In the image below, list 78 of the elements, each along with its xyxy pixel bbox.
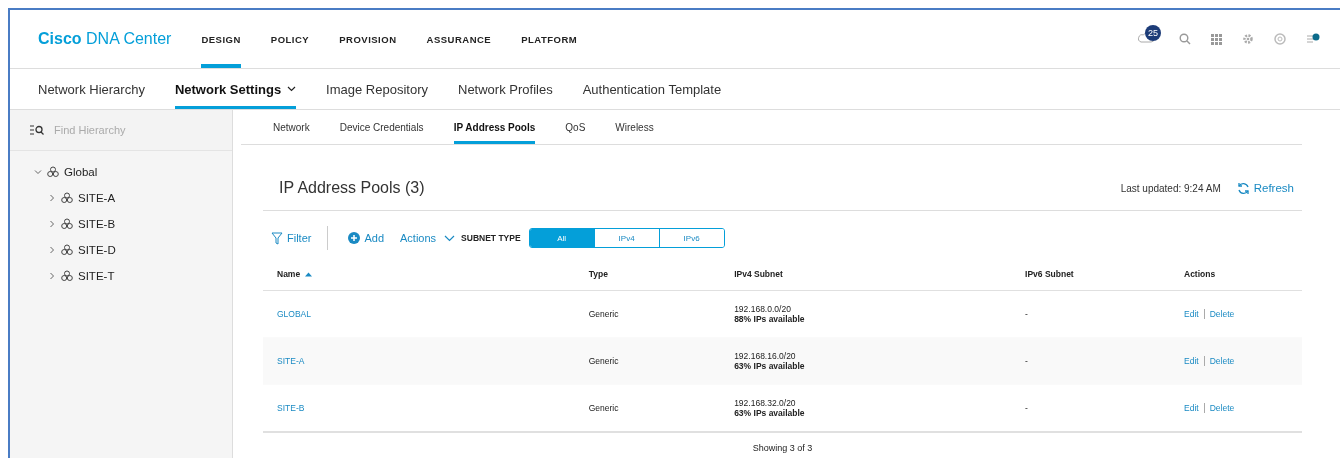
nav-tab[interactable]: DESIGN xyxy=(201,10,241,68)
delete-link[interactable]: Delete xyxy=(1203,309,1235,319)
site-icon xyxy=(47,166,59,178)
column-header: Type xyxy=(574,257,721,291)
table-cell: - xyxy=(1011,384,1170,432)
tree-item[interactable]: SITE-T xyxy=(24,263,232,289)
edit-link[interactable]: Edit xyxy=(1184,356,1199,366)
search-list-icon xyxy=(30,125,44,135)
notification-badge: 25 xyxy=(1145,25,1161,41)
subnet-text: 192.168.16.0/20 xyxy=(734,351,796,361)
subnet-type-label: SUBNET TYPE xyxy=(461,233,521,243)
nav-tab[interactable]: PLATFORM xyxy=(521,10,578,68)
tree-item[interactable]: Global xyxy=(10,159,232,185)
menu-dot-icon[interactable] xyxy=(1306,33,1320,45)
column-header: IPv6 Subnet xyxy=(1011,257,1170,291)
panel-title: IP Address Pools (3) xyxy=(279,179,425,197)
search-field[interactable]: Find Hierarchy xyxy=(52,123,206,137)
help-icon[interactable] xyxy=(1274,33,1286,45)
availability-text: 63% IPs available xyxy=(734,408,806,418)
tree-item[interactable]: SITE-A xyxy=(24,185,232,211)
chevron-down-icon xyxy=(444,234,456,242)
chevron-right-icon[interactable] xyxy=(48,246,56,254)
sort-up-icon xyxy=(305,271,313,277)
pagination-text: Showing 3 of 3 xyxy=(751,443,814,453)
chevron-down-icon[interactable] xyxy=(34,168,42,176)
chevron-right-icon[interactable] xyxy=(48,272,56,280)
edit-link[interactable]: Edit xyxy=(1184,309,1199,319)
column-header[interactable]: Name xyxy=(263,257,575,291)
site-icon xyxy=(61,270,73,282)
availability-text: 63% IPs available xyxy=(734,361,806,371)
nav-tab[interactable]: Network Hierarchy xyxy=(38,69,145,109)
nav-tab[interactable]: Image Repository xyxy=(326,69,428,109)
filter-icon xyxy=(271,231,283,245)
edit-link[interactable]: Edit xyxy=(1184,403,1199,413)
tab[interactable]: Network xyxy=(273,110,310,144)
search-icon[interactable] xyxy=(1179,33,1191,45)
tree-item[interactable]: SITE-B xyxy=(24,211,232,237)
refresh-icon xyxy=(1236,181,1250,195)
pool-name-link[interactable]: GLOBAL xyxy=(263,290,575,338)
subnet-text: 192.168.32.0/20 xyxy=(734,398,796,408)
table-cell: - xyxy=(1011,290,1170,338)
chevron-right-icon[interactable] xyxy=(48,220,56,228)
availability-text: 88% IPs available xyxy=(734,314,806,324)
tree-item[interactable]: SITE-D xyxy=(24,237,232,263)
table-cell: - xyxy=(1011,337,1170,385)
add-button[interactable]: Add xyxy=(348,232,385,244)
tab[interactable]: Wireless xyxy=(615,110,654,144)
plus-circle-icon xyxy=(348,232,361,244)
nav-tab[interactable]: Network Profiles xyxy=(458,69,553,109)
apps-grid-icon[interactable] xyxy=(1211,33,1222,45)
subnet-text: 192.168.0.0/20 xyxy=(734,304,791,314)
chevron-right-icon[interactable] xyxy=(48,194,56,202)
delete-link[interactable]: Delete xyxy=(1203,356,1235,366)
nav-tab[interactable]: ASSURANCE xyxy=(426,10,492,68)
nav-tab[interactable]: Authentication Template xyxy=(582,69,722,109)
column-header: IPv4 Subnet xyxy=(720,257,1012,291)
table-cell: Generic xyxy=(574,290,721,338)
table-cell: Generic xyxy=(574,384,721,432)
site-icon xyxy=(61,244,73,256)
site-icon xyxy=(61,192,73,204)
tab[interactable]: Device Credentials xyxy=(339,110,424,144)
pool-name-link[interactable]: SITE-B xyxy=(263,384,575,432)
site-icon xyxy=(61,218,73,230)
last-updated-text: Last updated: 9:24 AM xyxy=(1120,182,1221,194)
segment-button[interactable]: IPv6 xyxy=(658,229,724,247)
refresh-button[interactable]: Refresh xyxy=(1236,181,1294,195)
pool-name-link[interactable]: SITE-A xyxy=(263,337,575,385)
app-logo: Cisco DNA Center xyxy=(38,30,172,48)
filter-button[interactable]: Filter xyxy=(271,231,312,245)
tab[interactable]: QoS xyxy=(565,110,586,144)
delete-link[interactable]: Delete xyxy=(1203,403,1235,413)
table-cell: Generic xyxy=(574,337,721,385)
nav-tab[interactable]: PROVISION xyxy=(339,10,397,68)
tab[interactable]: IP Address Pools xyxy=(453,110,536,144)
settings-icon[interactable] xyxy=(1242,33,1254,45)
nav-tab[interactable]: POLICY xyxy=(270,10,310,68)
actions-dropdown[interactable]: Actions xyxy=(400,232,456,244)
column-header: Actions xyxy=(1170,257,1302,291)
